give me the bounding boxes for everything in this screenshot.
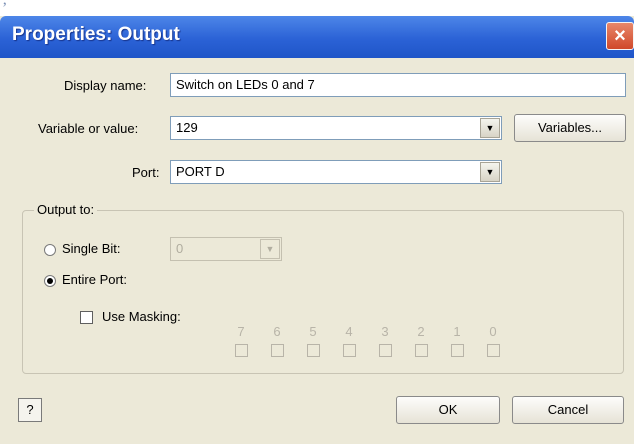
- title-bar[interactable]: Properties: Output ×: [0, 16, 634, 58]
- display-name-value: Switch on LEDs 0 and 7: [176, 77, 315, 92]
- bit-number-2: 2: [417, 324, 425, 339]
- bit-checkbox-4[interactable]: [343, 344, 356, 357]
- bit-checkbox-6[interactable]: [271, 344, 284, 357]
- bit-checkbox-7[interactable]: [235, 344, 248, 357]
- chevron-down-icon: ▼: [485, 167, 495, 177]
- bit-checkbox-0[interactable]: [487, 344, 500, 357]
- entire-port-label: Entire Port:: [62, 272, 128, 287]
- bit-checkbox-5[interactable]: [307, 344, 320, 357]
- bit-number-1: 1: [453, 324, 461, 339]
- display-name-input[interactable]: Switch on LEDs 0 and 7: [170, 73, 626, 97]
- single-bit-value: 0: [176, 241, 184, 256]
- single-bit-label: Single Bit:: [62, 241, 121, 256]
- use-masking-label: Use Masking:: [102, 309, 181, 324]
- properties-output-dialog: ʼ Properties: Output × Display name: Swi…: [0, 0, 634, 444]
- bit-checkbox-2[interactable]: [415, 344, 428, 357]
- bit-number-0: 0: [489, 324, 497, 339]
- bit-checkbox-3[interactable]: [379, 344, 392, 357]
- titlebar-top-strip: ʼ: [0, 0, 634, 17]
- chevron-down-icon: ▼: [485, 123, 495, 133]
- cancel-button[interactable]: Cancel: [512, 396, 624, 424]
- bit-number-4: 4: [345, 324, 353, 339]
- single-bit-radio[interactable]: [44, 244, 56, 256]
- help-button[interactable]: ?: [18, 398, 42, 422]
- variables-button[interactable]: Variables...: [514, 114, 626, 142]
- bit-number-5: 5: [309, 324, 317, 339]
- use-masking-checkbox[interactable]: [80, 311, 93, 324]
- bit-number-7: 7: [237, 324, 245, 339]
- window-title: Properties: Output: [12, 24, 180, 45]
- ok-button[interactable]: OK: [396, 396, 500, 424]
- variable-value: 129: [176, 120, 198, 135]
- help-icon: ?: [26, 402, 34, 417]
- bit-number-3: 3: [381, 324, 389, 339]
- close-icon: ×: [614, 25, 626, 47]
- close-button[interactable]: ×: [606, 22, 634, 50]
- port-combo[interactable]: PORT D ▼: [170, 160, 502, 184]
- variable-combo[interactable]: 129 ▼: [170, 116, 502, 140]
- single-bit-combo[interactable]: 0 ▼: [170, 237, 282, 261]
- cancel-button-label: Cancel: [547, 402, 589, 417]
- variables-button-label: Variables...: [537, 120, 603, 135]
- port-label: Port:: [132, 165, 160, 180]
- output-to-label: Output to:: [34, 202, 98, 217]
- entire-port-radio[interactable]: [44, 275, 56, 287]
- variable-dropdown-button[interactable]: ▼: [480, 118, 500, 138]
- ok-button-label: OK: [438, 402, 458, 417]
- output-to-group: [22, 210, 624, 374]
- port-value: PORT D: [176, 164, 225, 179]
- display-name-label: Display name:: [64, 78, 147, 93]
- chevron-down-icon: ▼: [265, 244, 275, 254]
- variable-label: Variable or value:: [38, 121, 139, 136]
- dialog-body: Display name: Switch on LEDs 0 and 7 Var…: [4, 58, 630, 440]
- bit-number-6: 6: [273, 324, 281, 339]
- single-bit-dropdown-button[interactable]: ▼: [260, 239, 280, 259]
- port-dropdown-button[interactable]: ▼: [480, 162, 500, 182]
- bit-checkbox-1[interactable]: [451, 344, 464, 357]
